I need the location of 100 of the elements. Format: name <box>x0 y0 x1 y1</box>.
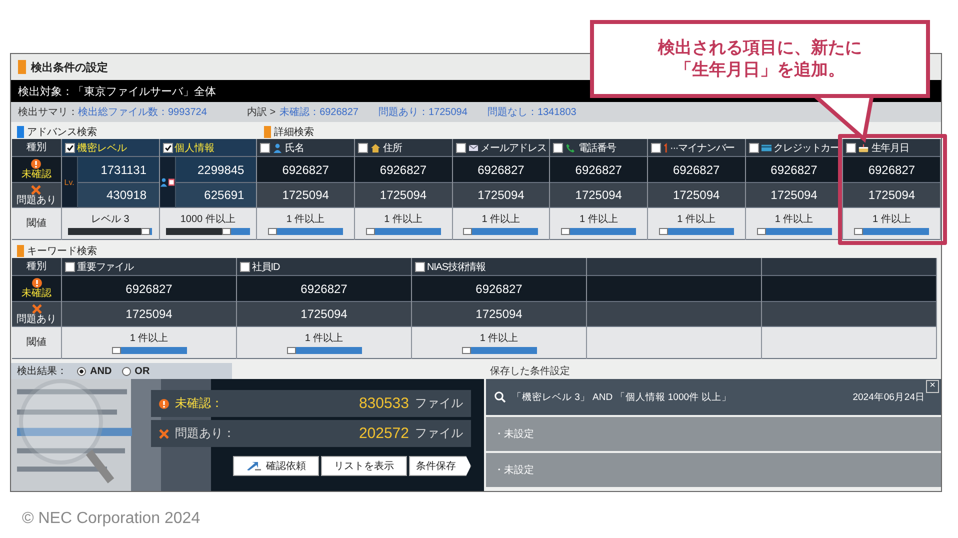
summary-link[interactable]: 問題なし：1341803 <box>487 105 576 119</box>
column-label: 氏名 <box>285 142 304 154</box>
result-label: 未確認： <box>175 395 223 412</box>
column-label: 個人情報 <box>174 142 215 154</box>
slider-thumb[interactable] <box>561 228 570 235</box>
slider-thumb[interactable] <box>854 228 864 235</box>
column-label: NIAS技術情報 <box>427 260 486 274</box>
column-label: 生年月日 <box>871 142 909 154</box>
saved-condition-text: ・未設定 <box>494 464 534 477</box>
column-label: 住所 <box>382 142 402 154</box>
row-label: 種別 <box>26 142 46 153</box>
row-label: 閾値 <box>26 218 46 229</box>
threshold-value: 1 件以上 <box>872 212 911 226</box>
slider-thumb[interactable] <box>366 228 375 235</box>
saved-title: 保存した条件設定 <box>489 364 571 379</box>
checkbox[interactable] <box>64 142 75 152</box>
person-icon <box>272 142 284 152</box>
count-cell: 1725094 <box>452 183 550 208</box>
close-button[interactable]: × <box>926 380 939 393</box>
id-number-icon <box>662 142 668 152</box>
column-label: メールアドレス <box>480 142 546 154</box>
count-cell: 1725094 <box>257 183 354 208</box>
slider-thumb[interactable] <box>268 228 278 235</box>
count-cell: 1725094 <box>550 183 647 208</box>
count-cell: 6926827 <box>452 157 550 183</box>
action-button[interactable]: 条件保存 <box>409 456 471 476</box>
count-cell: 1725094 <box>237 302 411 327</box>
house-icon <box>370 142 381 152</box>
action-button[interactable]: 確認依頼 <box>233 456 319 476</box>
section-marker-icon <box>18 60 26 74</box>
threshold-value: 1 件以上 <box>384 212 422 226</box>
slider-thumb[interactable] <box>756 228 766 235</box>
threshold-value: 1 件以上 <box>480 332 518 345</box>
saved-condition-text: 「機密レベル 3」 AND 「個人情報 1000件 以上」 <box>512 390 732 404</box>
slider-thumb[interactable] <box>463 228 472 235</box>
column-label: ···マイナンバー <box>670 142 735 154</box>
checkbox[interactable] <box>358 142 368 152</box>
count-cell: 2299845 <box>176 157 256 183</box>
count-cell: 1725094 <box>648 183 745 208</box>
radio-option[interactable]: OR <box>122 366 150 376</box>
threshold-value: 1 件以上 <box>286 212 325 226</box>
copyright-text: © NEC Corporation 2024 <box>22 510 200 528</box>
count-cell: 1731131 <box>78 157 159 183</box>
result-label: 問題あり： <box>175 425 235 442</box>
send-icon <box>246 461 262 471</box>
level-label: Lv. <box>64 178 74 186</box>
count-cell: 6926827 <box>648 157 745 183</box>
slider-thumb[interactable] <box>222 228 232 235</box>
count-cell: 1725094 <box>412 302 586 327</box>
section-title: アドバンス検索 <box>27 126 97 139</box>
threshold-value: 1 件以上 <box>579 212 618 226</box>
checkbox[interactable] <box>162 142 173 152</box>
checkbox[interactable] <box>553 142 564 152</box>
alert-icon <box>159 398 169 408</box>
slider-thumb[interactable] <box>658 228 668 235</box>
section-title: 詳細検索 <box>274 126 314 139</box>
panel-title: 検出条件の設定 <box>31 60 108 74</box>
count-cell: 6926827 <box>257 157 354 183</box>
column-label: 電話番号 <box>578 142 616 154</box>
checkbox[interactable] <box>260 142 270 152</box>
row-label: 未確認 <box>22 288 52 299</box>
threshold-value: 1 件以上 <box>482 212 520 226</box>
checkbox[interactable] <box>240 262 250 272</box>
count-cell: 6926827 <box>62 276 236 302</box>
slider-thumb[interactable] <box>112 347 120 354</box>
threshold-value: レベル 3 <box>91 213 130 226</box>
id-card-icon <box>160 177 175 187</box>
slider-track[interactable] <box>68 228 152 235</box>
summary-link[interactable]: 問題あり：1725094 <box>378 105 468 119</box>
count-cell: 625691 <box>176 183 256 208</box>
checkbox[interactable] <box>846 142 856 152</box>
count-cell: 6926827 <box>237 276 411 302</box>
threshold-value: 1 件以上 <box>774 212 814 226</box>
result-unit: ファイル <box>415 425 463 442</box>
count-cell: 1725094 <box>62 302 236 327</box>
result-unit: ファイル <box>415 395 463 412</box>
column-label: 重要ファイル <box>77 260 134 274</box>
action-button[interactable]: リストを表示 <box>321 456 407 476</box>
slider-thumb[interactable] <box>286 347 296 354</box>
checkbox[interactable] <box>650 142 661 152</box>
checkbox[interactable] <box>415 262 425 272</box>
alert-icon <box>31 159 42 169</box>
radio-option[interactable]: AND <box>77 366 112 376</box>
row-label: 未確認 <box>21 169 52 180</box>
checkbox[interactable] <box>748 142 759 152</box>
callout-text: 検出される項目に、新たに 「生年月日」を追加。 <box>658 37 862 81</box>
checkbox[interactable] <box>65 262 75 272</box>
section-title: キーワード検索 <box>27 244 97 258</box>
row-label: 種別 <box>26 261 46 272</box>
checkbox[interactable] <box>456 142 466 152</box>
count-cell: 6926827 <box>843 157 940 183</box>
result-count: 830533 <box>358 395 409 412</box>
row-label: 問題あり <box>16 314 56 324</box>
count-cell: 6926827 <box>412 276 586 302</box>
slider-thumb[interactable] <box>462 347 470 354</box>
envelope-icon <box>468 142 479 152</box>
count-cell: 430918 <box>78 183 159 208</box>
cross-icon <box>31 184 42 194</box>
result-count: 202572 <box>358 425 409 442</box>
breakdown-label: 内訳 > <box>246 106 276 119</box>
